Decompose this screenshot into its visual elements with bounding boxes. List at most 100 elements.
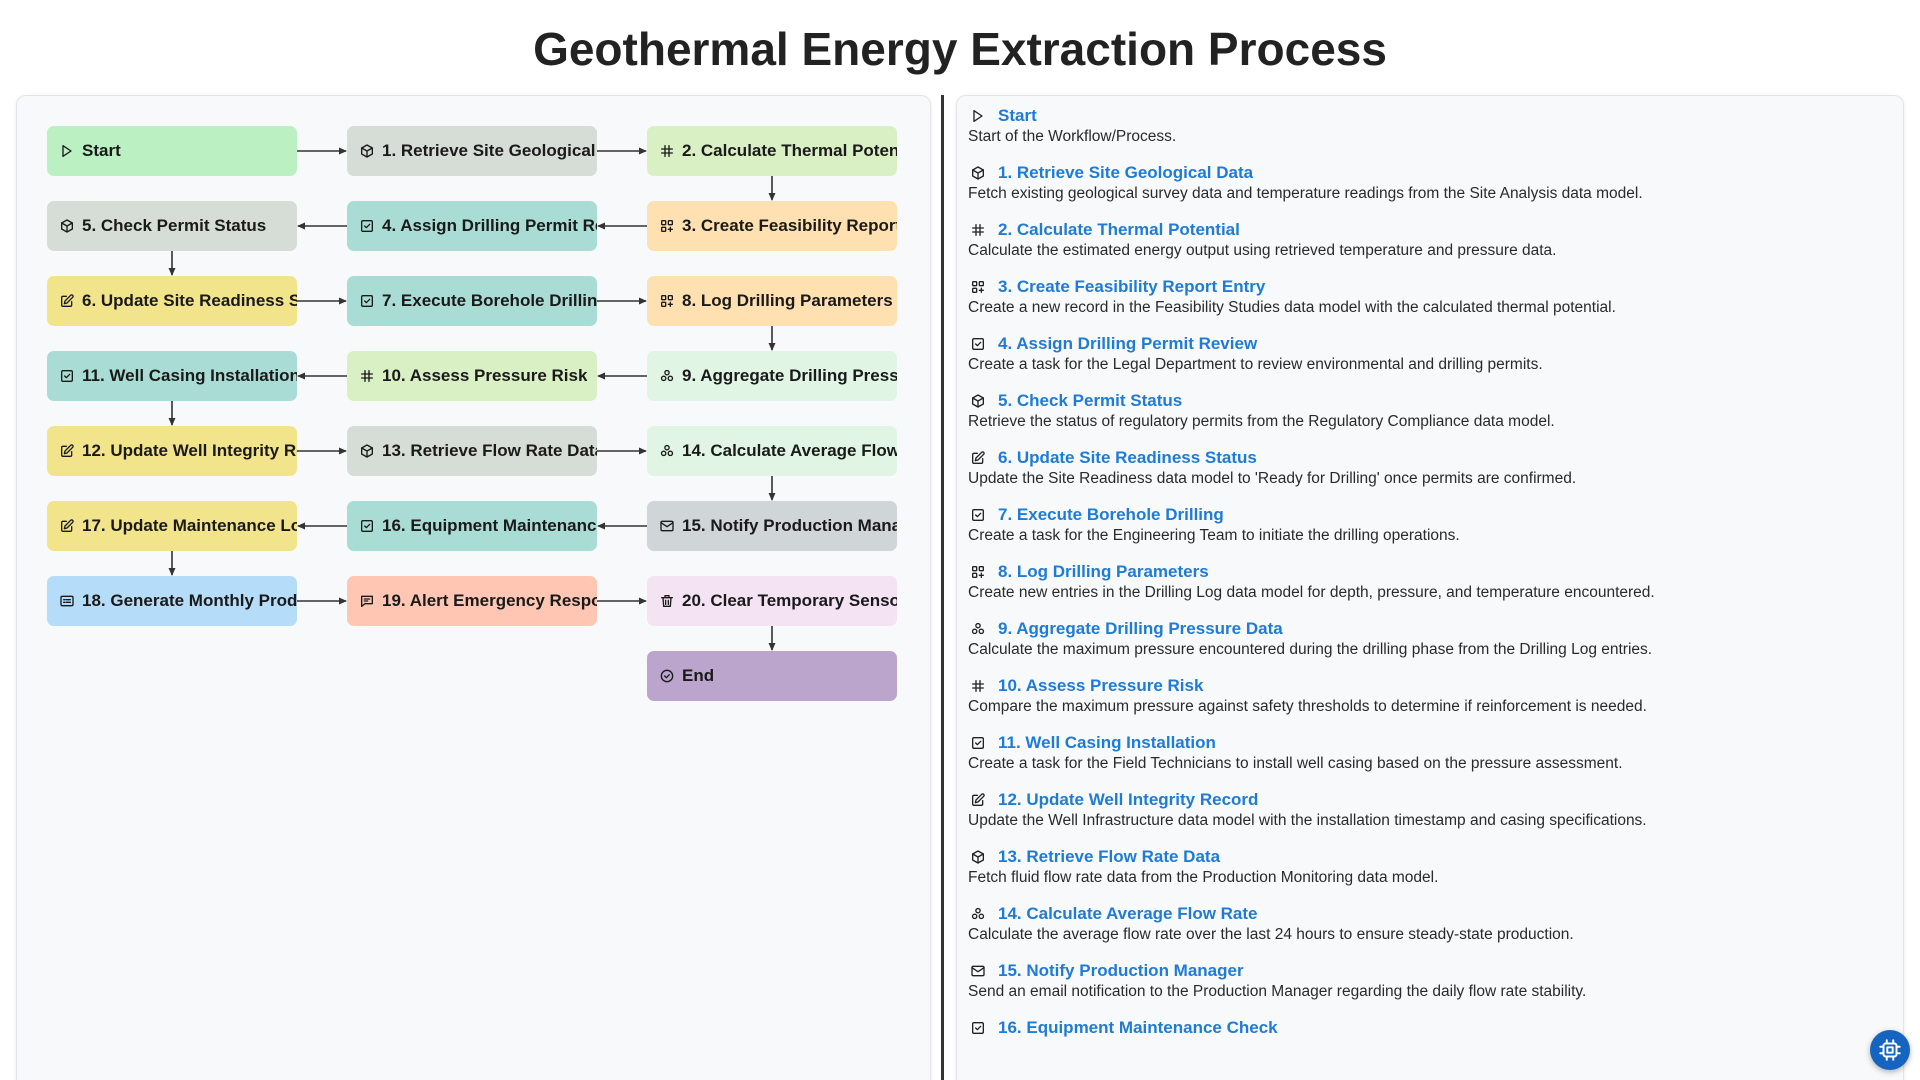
step-item: 1. Retrieve Site Geological Data Fetch ex… — [968, 163, 1903, 204]
step-title-link[interactable]: 3. Create Feasibility Report Entry — [998, 277, 1265, 297]
checkbox-icon — [359, 218, 375, 234]
step-description: Calculate the estimated energy output us… — [968, 242, 1557, 259]
step-item: 4. Assign Drilling Permit Review Create a… — [968, 334, 1903, 375]
step-header: 1. Retrieve Site Geological Data — [968, 163, 1903, 183]
step-title-link[interactable]: 2. Calculate Thermal Potential — [998, 220, 1240, 240]
flow-node-n9[interactable]: 9. Aggregate Drilling Press — [647, 351, 897, 401]
mail-icon — [659, 518, 675, 534]
flow-node-n16[interactable]: 16. Equipment Maintenance — [347, 501, 597, 551]
step-title-link[interactable]: 10. Assess Pressure Risk — [998, 676, 1203, 696]
step-item: 3. Create Feasibility Report Entry Create… — [968, 277, 1903, 318]
step-description: Update the Well Infrastructure data mode… — [968, 812, 1647, 829]
flow-node-n6[interactable]: 6. Update Site Readiness S — [47, 276, 297, 326]
flow-node-n7[interactable]: 7. Execute Borehole Drilling — [347, 276, 597, 326]
flow-node-n5[interactable]: 5. Check Permit Status — [47, 201, 297, 251]
flow-node-label: 11. Well Casing Installation — [82, 366, 297, 385]
step-item: 9. Aggregate Drilling Pressure Data Calcu… — [968, 619, 1903, 660]
step-title-link[interactable]: 14. Calculate Average Flow Rate — [998, 904, 1258, 924]
step-title-link[interactable]: 15. Notify Production Manager — [998, 961, 1244, 981]
checkbox-icon — [970, 336, 986, 352]
step-title-link[interactable]: 6. Update Site Readiness Status — [998, 448, 1257, 468]
step-header: 3. Create Feasibility Report Entry — [968, 277, 1903, 297]
flow-node-n14[interactable]: 14. Calculate Average Flow — [647, 426, 897, 476]
step-header: 10. Assess Pressure Risk — [968, 676, 1903, 696]
flow-node-n15[interactable]: 15. Notify Production Mana — [647, 501, 897, 551]
grid-plus-icon — [659, 293, 675, 309]
step-title-link[interactable]: 9. Aggregate Drilling Pressure Data — [998, 619, 1283, 639]
flow-node-label: 20. Clear Temporary Senso — [682, 591, 897, 610]
flow-node-label: Start — [82, 141, 121, 160]
step-title-link[interactable]: 11. Well Casing Installation — [998, 733, 1216, 753]
step-description: Create a new record in the Feasibility S… — [968, 299, 1616, 316]
flow-node-label: 9. Aggregate Drilling Press — [682, 366, 897, 385]
step-title-link[interactable]: 5. Check Permit Status — [998, 391, 1182, 411]
flow-node-n11[interactable]: 11. Well Casing Installation — [47, 351, 297, 401]
step-header: 9. Aggregate Drilling Pressure Data — [968, 619, 1903, 639]
flow-node-label: 1. Retrieve Site Geological — [382, 141, 596, 160]
play-icon — [970, 108, 986, 124]
cube-icon — [359, 143, 375, 159]
flow-node-n13[interactable]: 13. Retrieve Flow Rate Data — [347, 426, 597, 476]
hash-icon — [359, 368, 375, 384]
step-title-link[interactable]: 13. Retrieve Flow Rate Data — [998, 847, 1220, 867]
flow-node-label: 13. Retrieve Flow Rate Data — [382, 441, 597, 460]
checkbox-icon — [359, 293, 375, 309]
edit-icon — [59, 443, 75, 459]
checkbox-icon — [970, 507, 986, 523]
step-title-link[interactable]: 4. Assign Drilling Permit Review — [998, 334, 1257, 354]
step-title-link[interactable]: 7. Execute Borehole Drilling — [998, 505, 1224, 525]
flow-node-label: 17. Update Maintenance Lo — [82, 516, 297, 535]
flow-node-n19[interactable]: 19. Alert Emergency Respo — [347, 576, 597, 626]
step-title-link[interactable]: 1. Retrieve Site Geological Data — [998, 163, 1253, 183]
step-title-link[interactable]: 12. Update Well Integrity Record — [998, 790, 1258, 810]
step-description: Create new entries in the Drilling Log d… — [968, 584, 1655, 601]
flow-node-start[interactable]: Start — [47, 126, 297, 176]
step-description: Compare the maximum pressure against saf… — [968, 698, 1647, 715]
step-header: 6. Update Site Readiness Status — [968, 448, 1903, 468]
step-item: 6. Update Site Readiness Status Update th… — [968, 448, 1903, 489]
flow-node-label: 19. Alert Emergency Respo — [382, 591, 597, 610]
flow-node-n18[interactable]: 18. Generate Monthly Prod — [47, 576, 297, 626]
step-header: 7. Execute Borehole Drilling — [968, 505, 1903, 525]
stack-icon — [970, 906, 986, 922]
flow-node-n20[interactable]: 20. Clear Temporary Senso — [647, 576, 897, 626]
flow-node-label: 6. Update Site Readiness S — [82, 291, 297, 310]
flow-node-n3[interactable]: 3. Create Feasibility Report — [647, 201, 897, 251]
flow-node-n12[interactable]: 12. Update Well Integrity Re — [47, 426, 297, 476]
edit-icon — [59, 293, 75, 309]
chip-icon — [1877, 1037, 1903, 1063]
message-icon — [359, 593, 375, 609]
assistant-button[interactable] — [1870, 1030, 1910, 1070]
flow-node-label: 8. Log Drilling Parameters — [682, 291, 893, 310]
step-item: 12. Update Well Integrity Record Update t… — [968, 790, 1903, 831]
stack-icon — [970, 621, 986, 637]
hash-icon — [970, 678, 986, 694]
step-header: 14. Calculate Average Flow Rate — [968, 904, 1903, 924]
flow-node-end[interactable]: End — [647, 651, 897, 701]
flow-node-label: 5. Check Permit Status — [82, 216, 267, 235]
step-header: 15. Notify Production Manager — [968, 961, 1903, 981]
hash-icon — [970, 222, 986, 238]
flow-node-n4[interactable]: 4. Assign Drilling Permit Re — [347, 201, 597, 251]
trash-icon — [659, 593, 675, 609]
step-list-panel: Start Start of the Workflow/Process. 1. Re… — [956, 95, 1904, 1080]
step-header: 13. Retrieve Flow Rate Data — [968, 847, 1903, 867]
panel-divider[interactable] — [941, 95, 944, 1080]
cube-icon — [970, 165, 986, 181]
checkbox-icon — [359, 518, 375, 534]
step-title-link[interactable]: 16. Equipment Maintenance Check — [998, 1018, 1278, 1038]
flow-node-label: 4. Assign Drilling Permit Re — [382, 216, 597, 235]
step-description: Calculate the average flow rate over the… — [968, 926, 1574, 943]
flow-node-n2[interactable]: 2. Calculate Thermal Poten — [647, 126, 897, 176]
flow-node-n1[interactable]: 1. Retrieve Site Geological — [347, 126, 597, 176]
cube-icon — [970, 849, 986, 865]
step-header: 8. Log Drilling Parameters — [968, 562, 1903, 582]
flow-node-n17[interactable]: 17. Update Maintenance Lo — [47, 501, 297, 551]
flow-node-n8[interactable]: 8. Log Drilling Parameters — [647, 276, 897, 326]
check-circle-icon — [659, 668, 675, 684]
step-title-link[interactable]: 8. Log Drilling Parameters — [998, 562, 1209, 582]
flow-node-label: 7. Execute Borehole Drilling — [382, 291, 597, 310]
step-header: 12. Update Well Integrity Record — [968, 790, 1903, 810]
step-title-link[interactable]: Start — [998, 106, 1037, 126]
flow-node-n10[interactable]: 10. Assess Pressure Risk — [347, 351, 597, 401]
